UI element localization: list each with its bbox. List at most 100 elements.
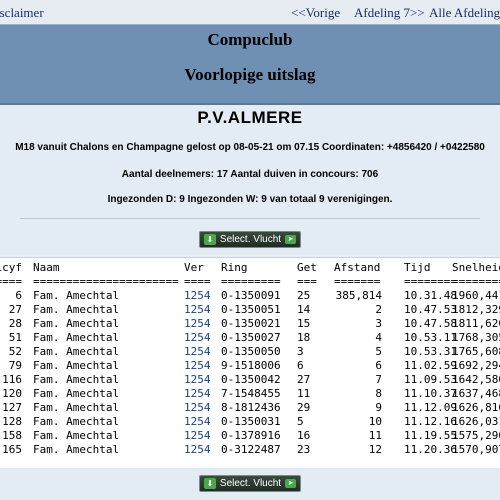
cell-ver[interactable]: 1254 [184,331,211,344]
cell-tijd: 11.10.37 [404,387,457,400]
table-row: 128 Fam. Amechtal 1254 0-1350031 5 10 11.12.16… [0,415,500,429]
cell-afstand: 3 [375,317,382,330]
prev-link[interactable]: <<Vorige [291,5,340,21]
cell-naam: Fam. Amechtal [33,359,120,372]
club-name: P.V.ALMERE [197,108,303,127]
cell-naam: Fam. Amechtal [33,415,120,428]
cell-ver[interactable]: 1254 [184,401,211,414]
participants-info: Aantal deelnemers: 17 Aantal duiven in c… [121,169,379,180]
table-row: 127 Fam. Amechtal 1254 8-1812436 29 9 11.12.09… [0,401,500,415]
sep-ring: ========= [221,275,281,288]
cell-ver[interactable]: 1254 [184,373,211,386]
cell-snelheid: 1626,031 [452,415,500,428]
cell-tijd: 10.47.58 [404,317,457,330]
cell-afstand: 385,814 [335,289,382,302]
cell-pl: 79 [8,359,22,372]
cell-ver[interactable]: 1254 [184,289,211,302]
cell-tijd: 11.02.59 [404,359,457,372]
page-subtitle: Voorlopige uitslag [184,65,316,84]
cell-get: 27 [297,373,311,386]
cell-ring: 0-1350042 [221,373,281,386]
cell-ver[interactable]: 1254 [184,345,211,358]
all-divisions-link[interactable]: Alle Afdelingen [429,5,500,21]
col-header-get: Get [297,261,317,274]
cell-tijd: 10.53.31 [404,345,457,358]
cell-ver[interactable]: 1254 [184,415,211,428]
cell-afstand: 2 [375,303,382,316]
cell-tijd: 10.47.53 [404,303,457,316]
table-row: 52 Fam. Amechtal 1254 0-1350050 3 5 10.53.31 17… [0,345,500,359]
cell-naam: Fam. Amechtal [33,429,120,442]
table-row: 27 Fam. Amechtal 1254 0-1350051 14 2 10.47.53 1… [0,303,500,317]
cell-naam: Fam. Amechtal [33,443,120,456]
table-row: 165 Fam. Amechtal 1254 0-3122487 23 12 11.20.3… [0,443,500,457]
cell-get: 18 [297,331,311,344]
cell-ver[interactable]: 1254 [184,303,211,316]
header-banner: Compuclub Voorlopige uitslag [0,25,500,105]
table-row: 6 Fam. Amechtal 1254 0-1350091 25 385,814 10.3… [0,289,500,303]
sep-get: === [297,275,317,288]
cell-afstand: 6 [375,359,382,372]
cell-snelheid: 1692,294 [452,359,500,372]
select-flight-label: Select. Vlucht [219,478,282,489]
cell-tijd: 11.09.53 [404,373,457,386]
cell-snelheid: 1575,296 [452,429,500,442]
cell-pl: 27 [8,303,22,316]
col-header-ring: Ring [221,261,248,274]
cell-ver[interactable]: 1254 [184,429,211,442]
select-flight-button-bottom[interactable]: ⬇ Select. Vlucht ➤ [199,475,301,492]
cell-snelheid: 1642,580 [452,373,500,386]
cell-afstand: 12 [368,443,382,456]
cell-afstand: 10 [368,415,382,428]
disclaimer-link[interactable]: isclaimer [0,5,44,21]
cell-ring: 8-1812436 [221,401,281,414]
cell-snelheid: 1570,907 [452,443,500,456]
divider [20,218,480,219]
cell-ver[interactable]: 1254 [184,387,211,400]
cell-naam: Fam. Amechtal [33,373,120,386]
cell-tijd: 10.31.48 [404,289,457,302]
cell-get: 15 [297,317,311,330]
download-icon: ⬇ [203,478,216,489]
cell-pl: 127 [2,401,22,414]
cell-ver[interactable]: 1254 [184,443,211,456]
bottom-bar: ⬇ Select. Vlucht ➤ [0,468,500,500]
select-flight-button[interactable]: ⬇ Select. Vlucht ➤ [199,231,301,248]
cell-ring: 0-1378916 [221,429,281,442]
cell-naam: Fam. Amechtal [33,387,120,400]
cell-snelheid: 1626,816 [452,401,500,414]
submitted-info: Ingezonden D: 9 Ingezonden W: 9 van tota… [107,194,393,205]
cell-snelheid: 1812,329 [452,303,500,316]
cell-naam: Fam. Amechtal [33,289,120,302]
cell-naam: Fam. Amechtal [33,303,120,316]
cell-ver[interactable]: 1254 [184,317,211,330]
col-header-pl: icyf [0,261,22,274]
arrow-right-icon: ➤ [285,479,297,488]
sep-pl: ==== [0,275,22,288]
cell-get: 3 [297,345,304,358]
cell-tijd: 11.12.09 [404,401,457,414]
cell-get: 6 [297,359,304,372]
results-table: icyf Naam Ver Ring Get Afstand Tijd Snel… [0,257,500,469]
cell-ring: 0-1350051 [221,303,281,316]
cell-snelheid: 1960,441 [452,289,500,302]
col-header-afstand: Afstand [334,261,381,274]
table-row: 120 Fam. Amechtal 1254 7-1548455 11 8 11.10.37… [0,387,500,401]
col-header-ver: Ver [184,261,204,274]
cell-get: 16 [297,429,311,442]
cell-ring: 7-1548455 [221,387,281,400]
cell-afstand: 5 [375,345,382,358]
table-row: 28 Fam. Amechtal 1254 0-1350021 15 3 10.47.58 1… [0,317,500,331]
table-separator: === = ===================== = === = =======… [0,275,500,289]
cell-snelheid: 1765,608 [452,345,500,358]
cell-ring: 0-1350091 [221,289,281,302]
table-header: icyf Naam Ver Ring Get Afstand Tijd Snel… [0,261,500,275]
cell-get: 14 [297,303,311,316]
cell-get: 25 [297,289,311,302]
next-link[interactable]: Afdeling 7>> [354,5,425,21]
col-header-naam: Naam [33,261,60,274]
sep-afstand: ======= [334,275,381,288]
cell-tijd: 10.53.11 [404,331,457,344]
cell-ver[interactable]: 1254 [184,359,211,372]
cell-ring: 0-1350021 [221,317,281,330]
